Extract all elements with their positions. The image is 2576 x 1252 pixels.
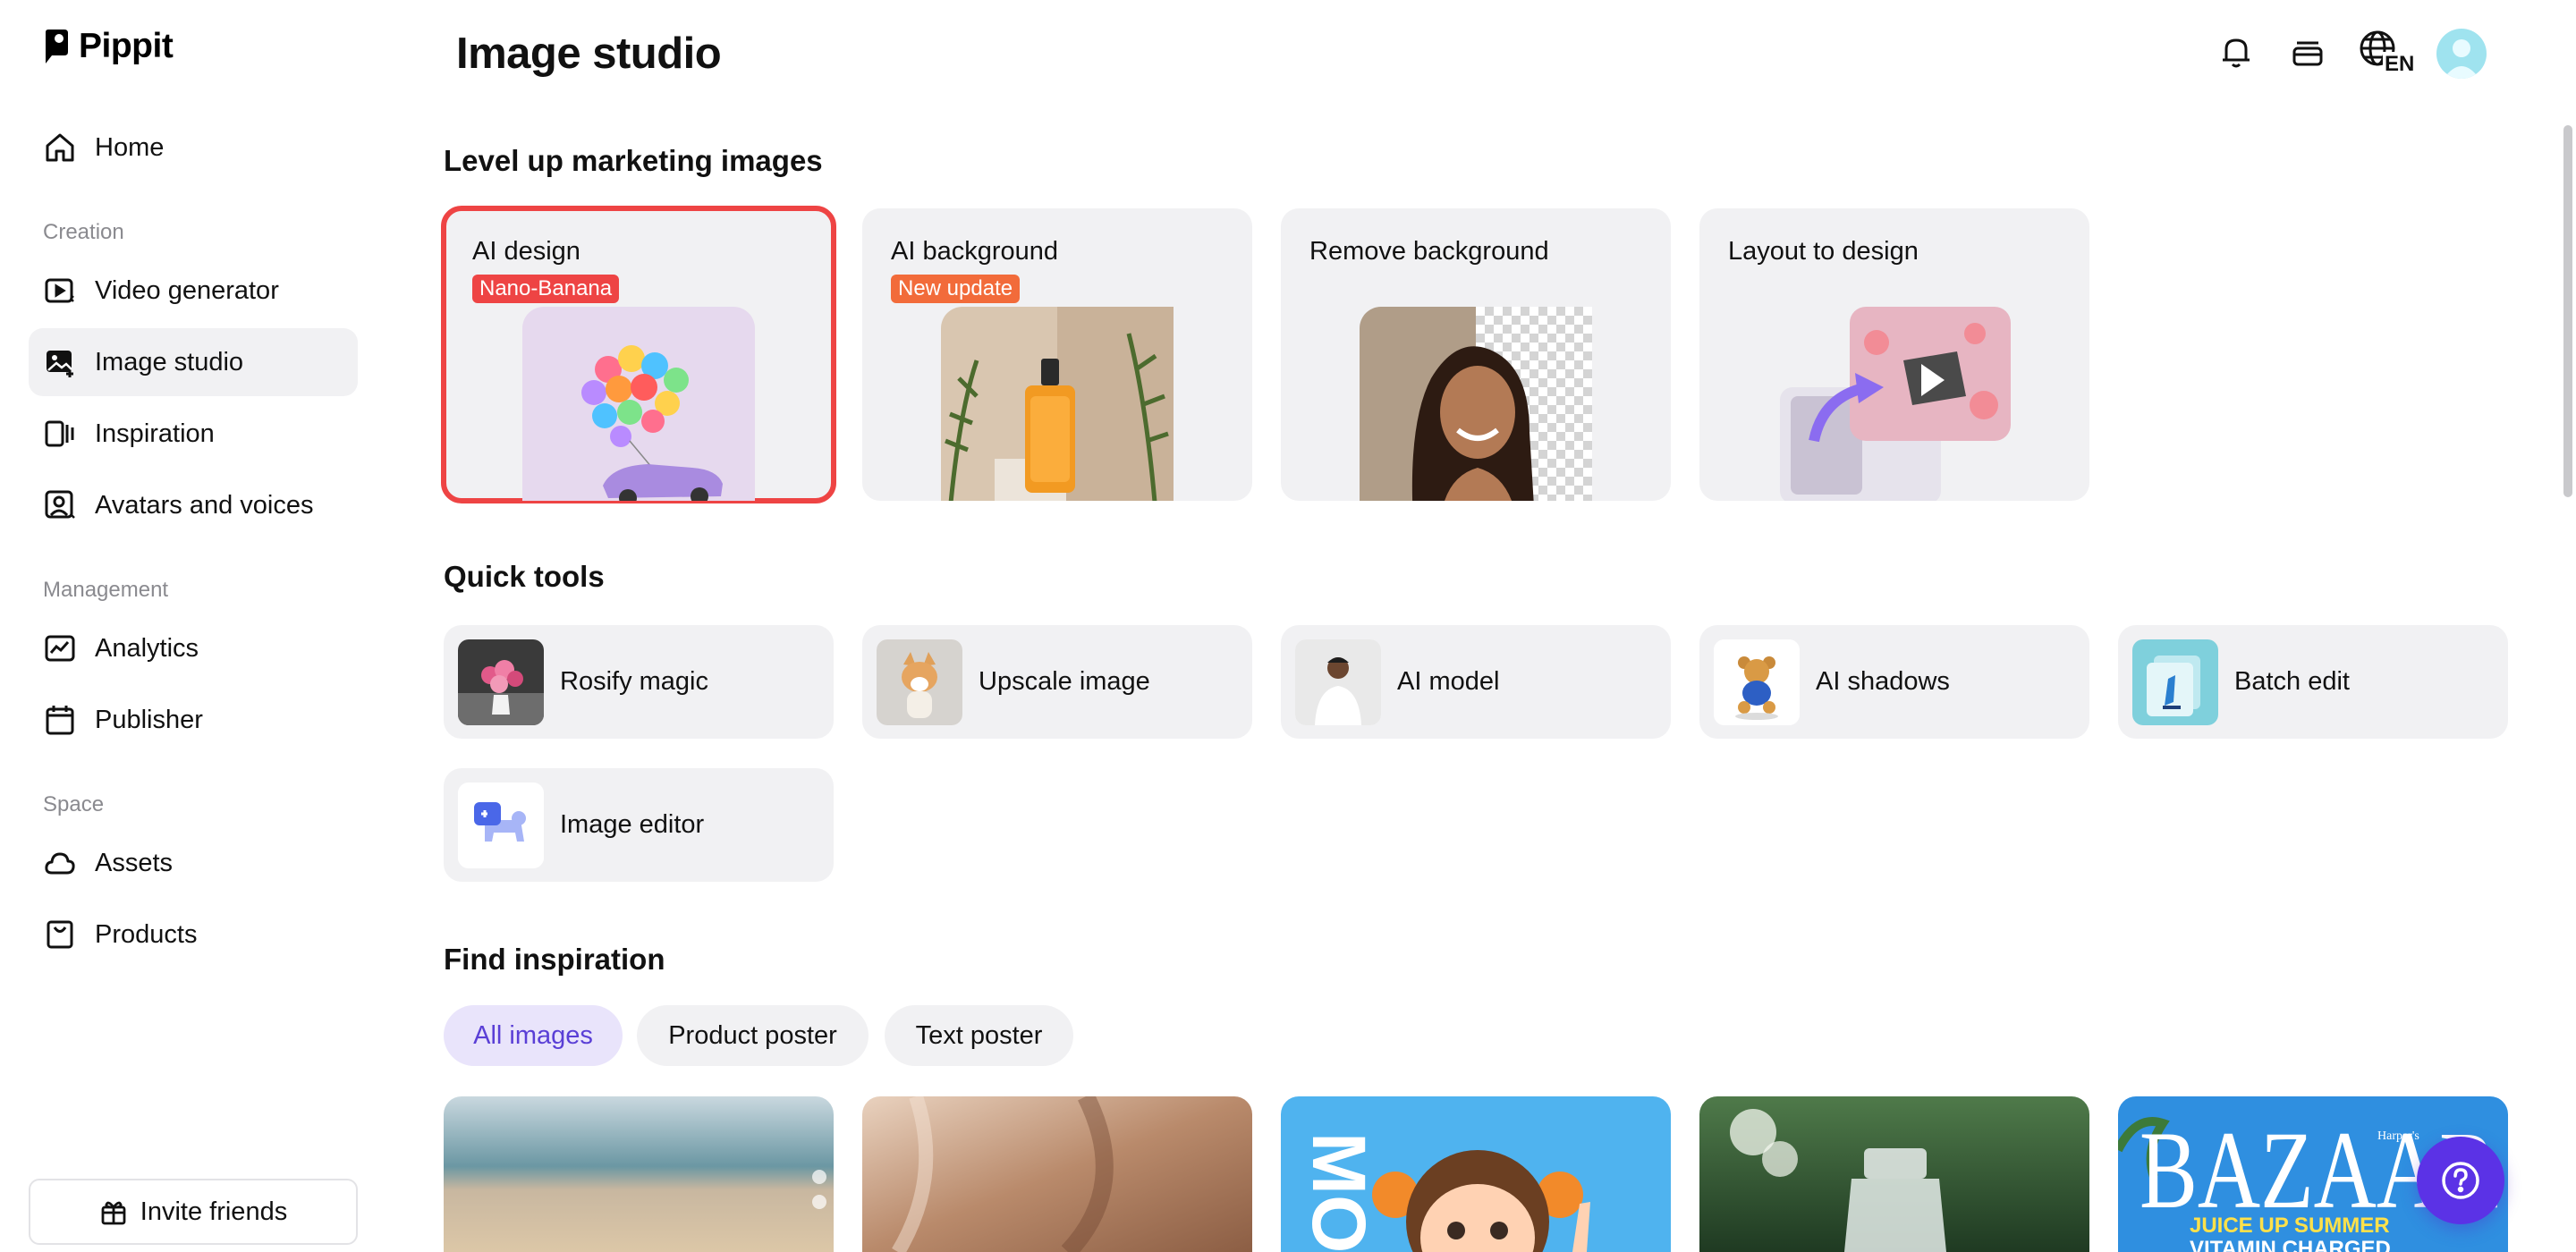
tool-label: Image editor	[560, 810, 705, 839]
tool-label: Rosify magic	[560, 667, 708, 696]
magazine-brand: Harper's	[2377, 1129, 2419, 1143]
sidebar-item-publisher[interactable]: Publisher	[29, 686, 358, 754]
filter-chip-all-images[interactable]: All images	[444, 1005, 623, 1066]
image-studio-icon	[43, 345, 77, 379]
help-button[interactable]	[2417, 1137, 2504, 1224]
filter-chip-product-poster[interactable]: Product poster	[637, 1005, 869, 1066]
page-title: Image studio	[456, 30, 722, 78]
image-editor-tool[interactable]: Image editor	[444, 768, 834, 882]
section-label-management: Management	[43, 578, 169, 602]
sidebar-item-analytics[interactable]: Analytics	[29, 614, 358, 682]
video-generator-icon	[43, 274, 77, 308]
inspiration-tile[interactable]: MO	[1281, 1096, 1671, 1252]
ai-shadows-thumbnail	[1714, 639, 1800, 725]
card-title: Layout to design	[1728, 237, 1919, 266]
sidebar-item-assets[interactable]: Assets	[29, 829, 358, 897]
app-logo[interactable]: Pippit	[43, 27, 174, 66]
analytics-icon	[43, 631, 77, 665]
sidebar-item-image-studio[interactable]: Image studio	[29, 328, 358, 396]
help-question-icon	[2442, 1162, 2479, 1199]
sidebar-item-video-generator[interactable]: Video generator	[29, 257, 358, 325]
cartoon-girl-poster-image: MO	[1281, 1096, 1671, 1252]
tool-label: Batch edit	[2234, 667, 2350, 696]
portrait-woman-thumbnail	[1360, 307, 1592, 501]
magazine-headline: JUICE UP SUMMER	[2190, 1214, 2390, 1238]
app-name: Pippit	[79, 27, 174, 65]
avatar-icon	[43, 488, 77, 522]
card-title: AI design	[472, 237, 580, 266]
credits-stack-icon[interactable]	[2283, 27, 2333, 77]
user-avatar[interactable]	[2436, 29, 2487, 79]
remove-background-card[interactable]: Remove background	[1281, 208, 1671, 501]
notification-bell-icon[interactable]	[2211, 27, 2261, 77]
marketing-section-title: Level up marketing images	[444, 144, 823, 177]
magazine-subheadline: VITAMIN CHARGED	[2190, 1237, 2391, 1252]
sidebar-item-products[interactable]: Products	[29, 901, 358, 969]
section-label-creation: Creation	[43, 220, 124, 244]
sidebar-item-label: Inspiration	[95, 419, 215, 448]
sidebar: Pippit Home Creation Video generator Ima…	[0, 0, 385, 1252]
sidebar-item-label: Products	[95, 919, 198, 949]
silk-fabric-image	[862, 1096, 1252, 1252]
tool-label: AI shadows	[1816, 667, 1950, 696]
sidebar-item-label: Assets	[95, 848, 174, 877]
filter-chip-text-poster[interactable]: Text poster	[885, 1005, 1073, 1066]
sidebar-item-avatars-and-voices[interactable]: Avatars and voices	[29, 471, 358, 539]
quick-tools-section-title: Quick tools	[444, 560, 605, 593]
poster-text: MO	[1297, 1132, 1381, 1252]
balloon-car-thumbnail	[522, 307, 755, 501]
ai-design-card[interactable]: AI design Nano-Banana	[441, 206, 836, 503]
layout-to-design-card[interactable]: Layout to design	[1699, 208, 2089, 501]
inspiration-tile[interactable]	[444, 1096, 834, 1252]
inspiration-tile[interactable]	[862, 1096, 1252, 1252]
perfume-bottle-image	[1699, 1096, 2089, 1252]
invite-friends-button[interactable]: Invite friends	[29, 1179, 358, 1245]
upscale-image-thumbnail	[877, 639, 962, 725]
batch-edit-thumbnail	[2132, 639, 2218, 725]
product-bag-icon	[43, 918, 77, 952]
beach-scene-image	[444, 1096, 834, 1252]
card-badge: New update	[891, 275, 1021, 303]
inspiration-tile[interactable]	[1699, 1096, 2089, 1252]
layout-design-thumbnail	[1780, 307, 2011, 501]
pippit-logo-icon	[46, 30, 68, 63]
section-label-space: Space	[43, 792, 105, 816]
sidebar-item-label: Image studio	[95, 347, 244, 376]
rosify-magic-tool[interactable]: Rosify magic	[444, 625, 834, 739]
card-badge: Nano-Banana	[472, 275, 620, 303]
sidebar-item-label: Home	[95, 132, 165, 162]
ai-background-card[interactable]: AI background New update	[862, 208, 1252, 501]
invite-friends-label: Invite friends	[140, 1197, 288, 1226]
sidebar-item-inspiration[interactable]: Inspiration	[29, 400, 358, 468]
calendar-icon	[43, 703, 77, 737]
sidebar-item-label: Avatars and voices	[95, 490, 314, 520]
sidebar-item-label: Video generator	[95, 275, 279, 305]
sidebar-item-label: Publisher	[95, 705, 203, 734]
language-code: EN	[2383, 52, 2417, 77]
tool-label: AI model	[1397, 667, 1500, 696]
home-icon	[43, 131, 77, 165]
tool-label: Upscale image	[979, 667, 1150, 696]
inspiration-section-title: Find inspiration	[444, 943, 665, 976]
batch-edit-tool[interactable]: Batch edit	[2118, 625, 2508, 739]
sidebar-item-label: Analytics	[95, 633, 199, 663]
gift-icon	[101, 1201, 126, 1225]
card-title: Remove background	[1309, 237, 1549, 266]
perfume-bottle-thumbnail	[941, 307, 1174, 501]
ai-model-tool[interactable]: AI model	[1281, 625, 1671, 739]
rosify-magic-thumbnail	[458, 639, 544, 725]
card-title: AI background	[891, 237, 1059, 266]
upscale-image-tool[interactable]: Upscale image	[862, 625, 1252, 739]
user-avatar-icon	[2444, 39, 2479, 79]
ai-shadows-tool[interactable]: AI shadows	[1699, 625, 2089, 739]
sidebar-item-home[interactable]: Home	[29, 114, 358, 182]
inspiration-icon	[43, 417, 77, 451]
cloud-icon	[43, 846, 77, 880]
page-scrollbar[interactable]	[2563, 125, 2572, 497]
image-editor-thumbnail	[458, 782, 544, 868]
ai-model-thumbnail	[1295, 639, 1381, 725]
